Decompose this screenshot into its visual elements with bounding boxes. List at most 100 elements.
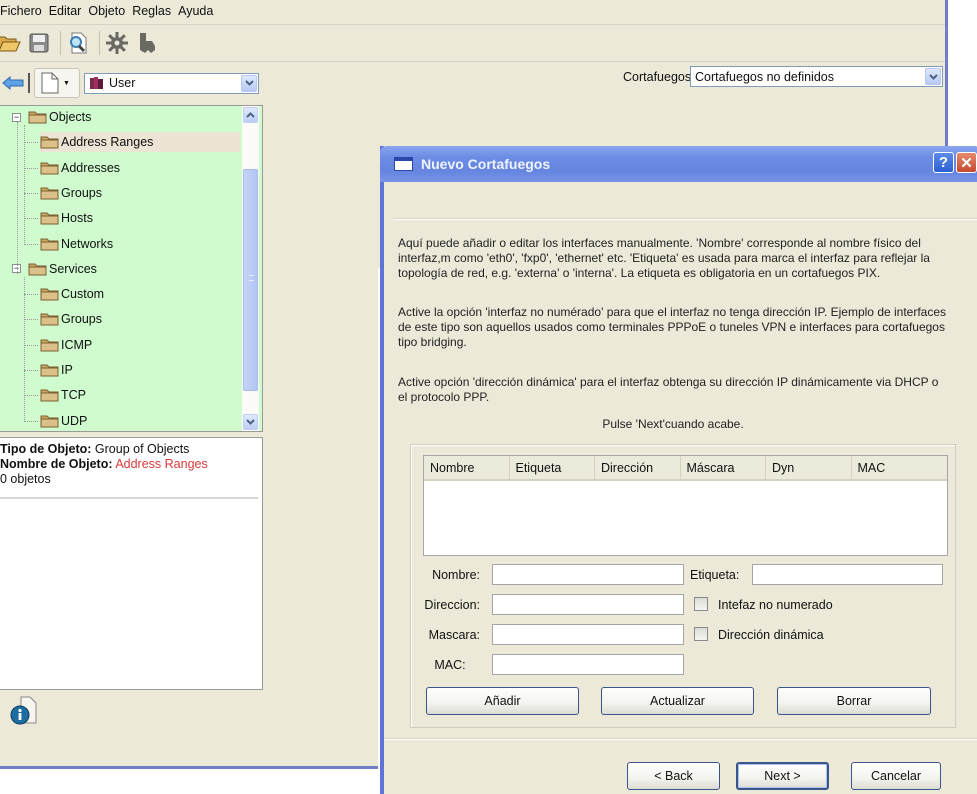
new-object-button[interactable]: ▼ (34, 68, 80, 98)
library-select[interactable]: User (84, 72, 259, 94)
cancel-button[interactable]: Cancelar (851, 762, 941, 790)
tree-item-label: Networks (61, 236, 114, 251)
mascara-input[interactable] (492, 624, 684, 645)
info-document-button[interactable] (8, 695, 38, 727)
interfaces-table[interactable]: Nombre Etiqueta Dirección Máscara Dyn MA… (423, 455, 948, 556)
add-button[interactable]: Añadir (426, 687, 579, 715)
compile-button[interactable] (104, 29, 130, 57)
tree-connector (24, 167, 38, 169)
direccion-input[interactable] (492, 594, 684, 615)
chevron-down-icon[interactable] (925, 68, 941, 85)
tree-item[interactable]: Address Ranges (24, 132, 240, 153)
next-button[interactable]: Next > (736, 762, 829, 790)
folder-icon (40, 414, 59, 428)
column-header-direccion[interactable]: Dirección (595, 456, 681, 479)
tree-item[interactable]: Groups (24, 183, 240, 203)
dialog-titlebar[interactable]: Nuevo Cortafuegos ? ✕ (380, 146, 977, 182)
tree-scrollbar[interactable] (242, 106, 259, 431)
firewall-select[interactable]: Cortafuegos no definidos (690, 66, 943, 87)
scroll-up-button[interactable] (243, 107, 258, 123)
tree-item[interactable]: UDP (24, 411, 240, 431)
back-button[interactable]: < Back (627, 762, 720, 790)
tree-item-label: Objects (49, 110, 92, 124)
menu-reglas[interactable]: Reglas (130, 4, 176, 18)
direccion-label: Direccion: (424, 598, 480, 612)
delete-button[interactable]: Borrar (777, 687, 931, 715)
firewall-label: Cortafuegos: (623, 70, 695, 84)
close-button[interactable]: ✕ (956, 152, 977, 173)
tree-item-label: Services (49, 261, 97, 276)
menu-objeto[interactable]: Objeto (86, 4, 130, 18)
tree-item[interactable]: TCP (24, 385, 240, 405)
mascara-label: Mascara: (428, 628, 480, 642)
window-frame-border (0, 766, 378, 769)
tree-connector (24, 395, 38, 397)
find-button[interactable] (65, 29, 91, 57)
mac-input[interactable] (492, 654, 684, 675)
nav-separator (28, 73, 30, 93)
tree-item[interactable]: ICMP (24, 335, 240, 355)
tree-connector (24, 243, 38, 245)
folder-icon (40, 186, 59, 200)
help-button[interactable]: ? (933, 152, 954, 173)
tree-item[interactable]: IP (24, 360, 240, 380)
menu-editar[interactable]: Editar (47, 4, 87, 18)
chevron-down-icon[interactable] (241, 74, 257, 92)
tree-item[interactable]: Networks (24, 234, 240, 254)
object-tree[interactable]: − Objects Address Ranges Addresses Groups Hos… (0, 105, 263, 432)
collapse-icon[interactable]: − (12, 112, 21, 122)
object-name-value: Address Ranges (115, 457, 208, 471)
toolbar-separator (60, 31, 61, 55)
help-icon: ? (938, 154, 949, 171)
dynamic-address-checkbox-label[interactable]: Dirección dinámica (718, 628, 824, 642)
dynamic-address-checkbox[interactable] (694, 627, 708, 641)
tree-item[interactable]: − Objects (12, 107, 91, 127)
toolbar-separator (99, 31, 100, 55)
description-paragraph-3: Active opción 'dirección dinámica' para … (398, 375, 939, 404)
save-button[interactable] (26, 29, 52, 57)
tree-item[interactable]: Custom (24, 284, 240, 304)
library-select-value: User (109, 76, 136, 90)
tree-item-label: UDP (61, 413, 88, 428)
next-instruction: Pulse 'Next'cuando acabe. (602, 417, 744, 431)
nombre-input[interactable] (492, 564, 684, 585)
update-button[interactable]: Actualizar (601, 687, 754, 715)
tree-item[interactable]: Groups (24, 309, 240, 329)
object-name-label: Nombre de Objeto: (0, 457, 113, 471)
tree-item-label: Addresses (61, 160, 121, 175)
tree-connector (24, 420, 38, 422)
install-button[interactable] (134, 29, 160, 57)
menu-fichero[interactable]: Fichero (0, 4, 47, 18)
tree-connector (24, 142, 38, 144)
column-header-mac[interactable]: MAC (852, 456, 938, 479)
unnumbered-checkbox-label[interactable]: Intefaz no numerado (718, 598, 833, 612)
column-header-etiqueta[interactable]: Etiqueta (510, 456, 595, 479)
mac-label: MAC: (434, 658, 466, 672)
column-header-dyn[interactable]: Dyn (766, 456, 852, 479)
description-paragraph-2: Active la opción 'interfaz no numérado' … (398, 305, 947, 349)
tree-item[interactable]: Addresses (24, 158, 240, 178)
scroll-down-button[interactable] (243, 414, 258, 430)
tree-item[interactable]: Hosts (24, 208, 240, 228)
tree-item[interactable]: − Services (12, 259, 97, 279)
tree-item-label: Groups (61, 185, 102, 200)
back-nav-button[interactable] (0, 72, 26, 94)
tree-item-label: TCP (61, 388, 86, 403)
scrollbar-thumb[interactable] (243, 169, 258, 391)
column-header-mascara[interactable]: Máscara (681, 456, 766, 479)
window-icon (394, 157, 413, 171)
menu-ayuda[interactable]: Ayuda (176, 4, 218, 18)
menu-bar: Fichero Editar Objeto Reglas Ayuda (0, 0, 218, 22)
unnumbered-checkbox[interactable] (694, 597, 708, 611)
tree-connector (24, 218, 38, 220)
folder-icon (40, 363, 59, 377)
column-header-nombre[interactable]: Nombre (424, 456, 510, 479)
open-button[interactable] (0, 29, 22, 57)
folder-icon (40, 338, 59, 352)
etiqueta-input[interactable] (752, 564, 943, 585)
nombre-label: Nombre: (432, 568, 480, 582)
new-document-icon (41, 72, 59, 94)
new-firewall-dialog: Nuevo Cortafuegos ? ✕ Aquí puede añadir … (380, 146, 977, 794)
tree-connector (17, 122, 18, 274)
dropdown-arrow-icon: ▼ (63, 79, 70, 87)
